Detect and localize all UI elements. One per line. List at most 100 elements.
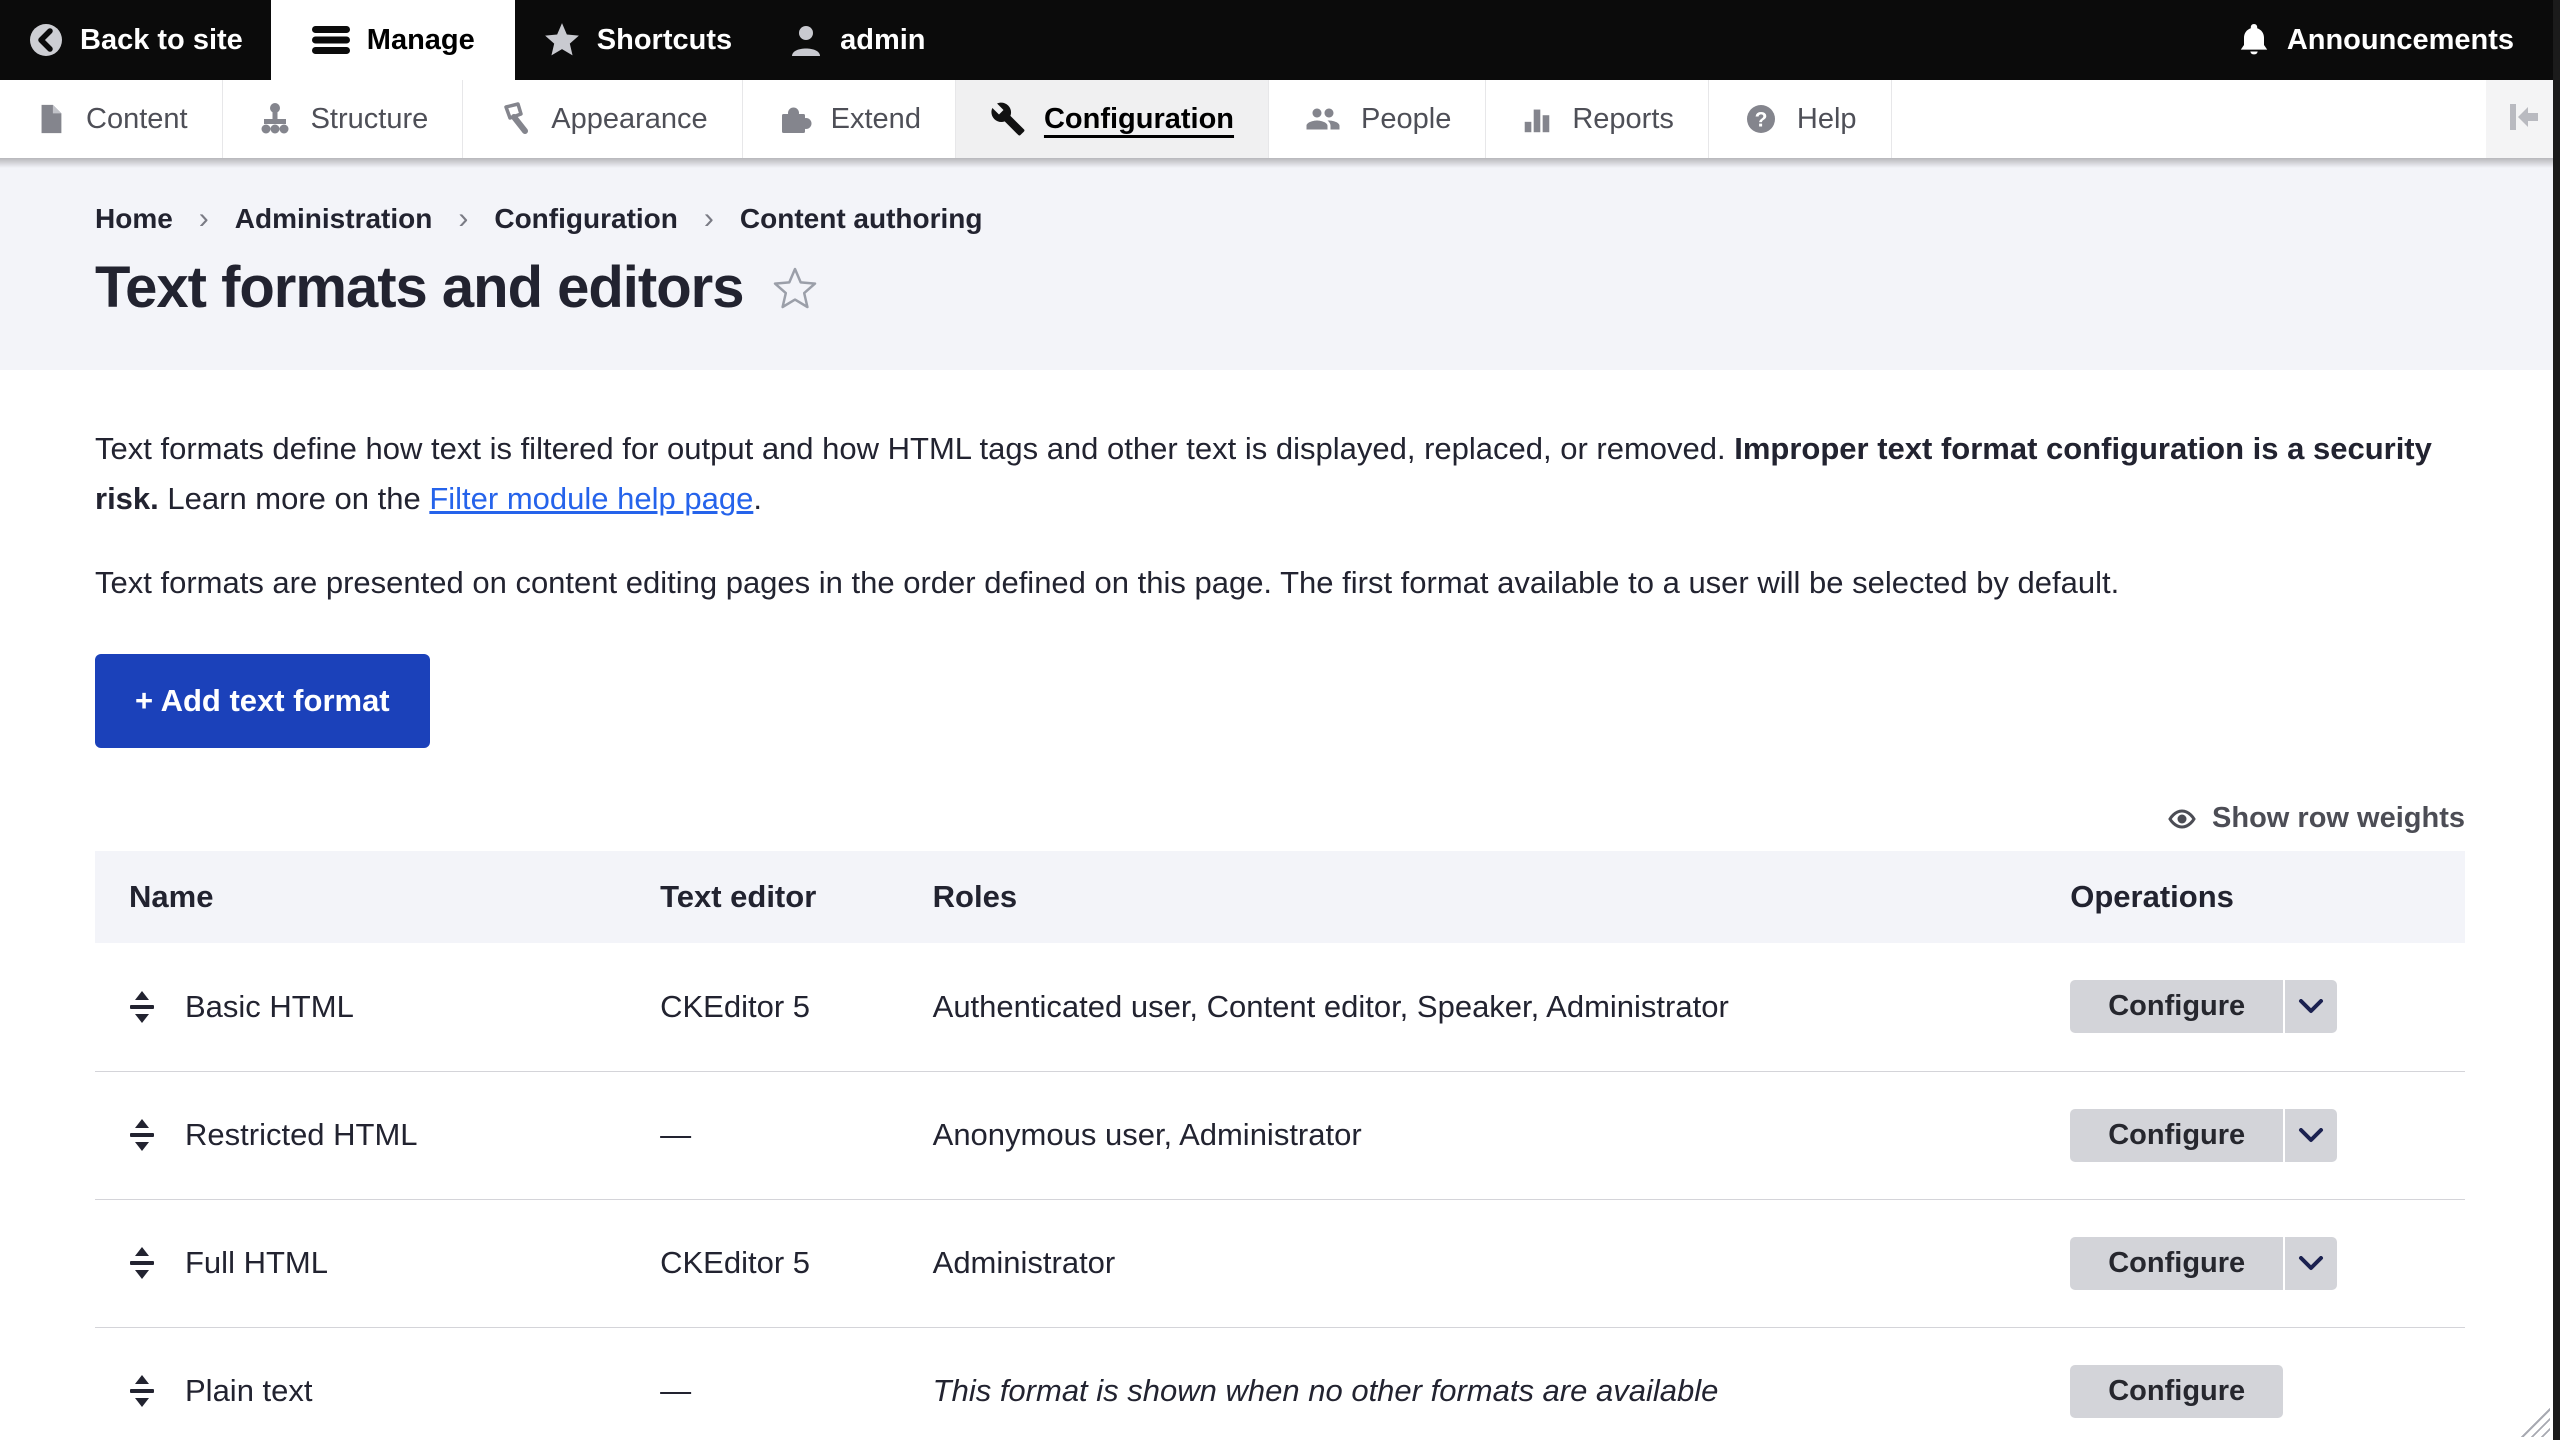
breadcrumb-home[interactable]: Home: [95, 203, 173, 235]
breadcrumb-administration[interactable]: Administration: [235, 203, 433, 235]
paintbrush-icon: [497, 101, 533, 137]
column-header-name: Name: [95, 851, 640, 943]
menu-item-configuration[interactable]: Configuration: [956, 80, 1269, 158]
admin-menu-bar: Content Structure Appearance Extend Conf…: [0, 80, 2560, 158]
menu-label: People: [1361, 103, 1451, 136]
user-menu[interactable]: admin: [760, 0, 953, 80]
menu-label: Help: [1797, 103, 1857, 136]
breadcrumb-current: Content authoring: [740, 203, 983, 235]
configure-button[interactable]: Configure: [2070, 1365, 2283, 1418]
table-header-row: Name Text editor Roles Operations: [95, 851, 2465, 943]
format-name: Plain text: [185, 1373, 313, 1409]
announcements-button[interactable]: Announcements: [2209, 0, 2560, 80]
menu-item-appearance[interactable]: Appearance: [463, 80, 742, 158]
main-content: Text formats define how text is filtered…: [0, 424, 2560, 1440]
star-icon: [543, 21, 581, 59]
table-row-basic-html: Basic HTML CKEditor 5 Authenticated user…: [95, 943, 2465, 1071]
announcements-label: Announcements: [2287, 24, 2514, 57]
filter-module-help-link[interactable]: Filter module help page: [429, 481, 753, 516]
window-scrollbar[interactable]: [2553, 0, 2560, 1440]
format-roles: This format is shown when no other forma…: [933, 1373, 1719, 1408]
format-editor: CKEditor 5: [660, 989, 810, 1024]
breadcrumb-separator: ›: [458, 202, 468, 236]
menu-item-reports[interactable]: Reports: [1486, 80, 1709, 158]
menu-spacer: [1892, 80, 2486, 158]
shortcuts-button[interactable]: Shortcuts: [515, 0, 760, 80]
bar-chart-icon: [1520, 101, 1554, 137]
menu-item-content[interactable]: Content: [0, 80, 223, 158]
admin-page: Back to site Manage Shortcuts admin Ann: [0, 0, 2560, 1440]
operations-group: Configure: [2070, 980, 2337, 1033]
shortcuts-label: Shortcuts: [597, 24, 732, 57]
menu-item-people[interactable]: People: [1269, 80, 1486, 158]
menu-item-help[interactable]: ? Help: [1709, 80, 1892, 158]
help-icon: ?: [1743, 101, 1779, 137]
operations-group: Configure: [2070, 1109, 2337, 1162]
configure-button[interactable]: Configure: [2070, 1237, 2283, 1290]
menu-label: Configuration: [1044, 103, 1234, 136]
configure-button[interactable]: Configure: [2070, 1109, 2283, 1162]
breadcrumb-configuration[interactable]: Configuration: [494, 203, 678, 235]
top-toolbar: Back to site Manage Shortcuts admin Ann: [0, 0, 2560, 80]
menu-label: Appearance: [551, 103, 707, 136]
menu-label: Content: [86, 103, 188, 136]
format-roles: Administrator: [933, 1245, 1116, 1280]
format-name: Full HTML: [185, 1245, 328, 1281]
format-editor: —: [660, 1117, 691, 1152]
format-name: Basic HTML: [185, 989, 354, 1025]
show-row-weights-link[interactable]: Show row weights: [95, 802, 2465, 835]
intro-text: Text formats define how text is filtered…: [95, 431, 1734, 466]
toolbar-collapse-button[interactable]: [2486, 80, 2560, 158]
format-name: Restricted HTML: [185, 1117, 418, 1153]
people-icon: [1303, 101, 1343, 137]
drag-handle-icon[interactable]: [129, 1118, 155, 1152]
chevron-down-icon: [2301, 1258, 2321, 1268]
format-roles: Authenticated user, Content editor, Spea…: [933, 989, 1729, 1024]
text-formats-table: Name Text editor Roles Operations Basic …: [95, 851, 2465, 1440]
drag-handle-icon[interactable]: [129, 1246, 155, 1280]
intro-text: .: [753, 481, 762, 516]
back-icon: [28, 22, 64, 58]
intro-paragraph-2: Text formats are presented on content ed…: [95, 558, 2465, 608]
user-icon: [788, 22, 824, 58]
back-to-site-label: Back to site: [80, 24, 243, 57]
menu-label: Structure: [311, 103, 429, 136]
page-title: Text formats and editors: [95, 254, 744, 321]
drag-handle-icon[interactable]: [129, 1374, 155, 1408]
operations-group: Configure: [2070, 1237, 2337, 1290]
intro-paragraph-1: Text formats define how text is filtered…: [95, 424, 2465, 524]
menu-label: Reports: [1572, 103, 1674, 136]
column-header-text-editor: Text editor: [640, 851, 913, 943]
column-header-roles: Roles: [913, 851, 2051, 943]
star-outline-icon[interactable]: [772, 265, 818, 311]
manage-tab[interactable]: Manage: [271, 0, 515, 80]
configure-dropdown-toggle[interactable]: [2285, 980, 2337, 1033]
wrench-icon: [990, 101, 1026, 137]
puzzle-icon: [777, 101, 813, 137]
drag-handle-icon[interactable]: [129, 990, 155, 1024]
bell-icon: [2237, 22, 2271, 58]
table-row-restricted-html: Restricted HTML — Anonymous user, Admini…: [95, 1071, 2465, 1199]
format-roles: Anonymous user, Administrator: [933, 1117, 1362, 1152]
menu-item-structure[interactable]: Structure: [223, 80, 464, 158]
operations-group: Configure: [2070, 1365, 2283, 1418]
table-row-plain-text: Plain text — This format is shown when n…: [95, 1327, 2465, 1440]
eye-icon: [2166, 808, 2198, 830]
back-to-site-button[interactable]: Back to site: [0, 0, 271, 80]
file-icon: [34, 101, 68, 137]
page-header: Home › Administration › Configuration › …: [0, 158, 2560, 370]
configure-dropdown-toggle[interactable]: [2285, 1109, 2337, 1162]
configure-dropdown-toggle[interactable]: [2285, 1237, 2337, 1290]
show-row-weights-label: Show row weights: [2212, 802, 2465, 835]
format-editor: —: [660, 1373, 691, 1408]
user-label: admin: [840, 24, 925, 57]
add-text-format-button[interactable]: + Add text format: [95, 654, 430, 748]
svg-text:?: ?: [1754, 109, 1767, 132]
breadcrumb-separator: ›: [199, 202, 209, 236]
menu-item-extend[interactable]: Extend: [743, 80, 956, 158]
configure-button[interactable]: Configure: [2070, 980, 2283, 1033]
breadcrumb-separator: ›: [704, 202, 714, 236]
collapse-left-icon: [2503, 101, 2543, 138]
menu-icon: [311, 24, 351, 56]
manage-label: Manage: [367, 24, 475, 57]
